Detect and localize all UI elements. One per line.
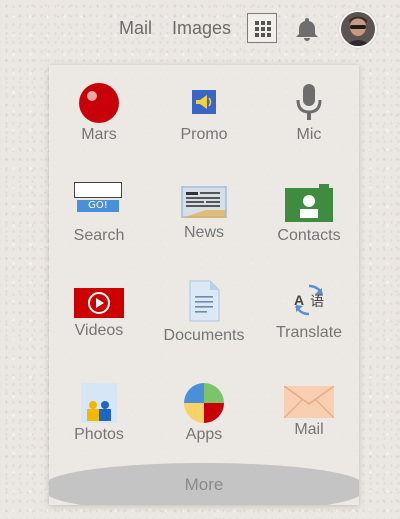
apps-pie-icon [184, 383, 224, 423]
app-label: Videos [74, 322, 124, 339]
more-label: More [184, 475, 224, 494]
user-avatar[interactable] [339, 10, 377, 48]
app-promo[interactable]: Promo [154, 80, 254, 170]
app-videos[interactable]: Videos [49, 285, 149, 375]
app-label: Search [73, 227, 125, 244]
app-contacts[interactable]: Contacts [259, 178, 359, 268]
mail-link[interactable]: Mail [119, 18, 152, 39]
app-mail[interactable]: Mail [259, 383, 359, 473]
app-label: Mars [81, 126, 117, 143]
top-bar: Mail Images [0, 0, 400, 58]
document-icon [189, 280, 220, 322]
app-label: Documents [163, 327, 245, 344]
app-label: Mail [294, 421, 324, 438]
news-icon [181, 186, 227, 218]
app-search[interactable]: GO! Search [49, 178, 149, 268]
mars-icon [79, 83, 119, 123]
images-link[interactable]: Images [172, 18, 231, 39]
app-label: Contacts [277, 227, 341, 244]
app-photos[interactable]: Photos [49, 383, 149, 473]
photos-icon [81, 383, 117, 423]
video-play-icon [74, 288, 124, 318]
bell-icon[interactable] [293, 15, 321, 43]
app-label: News [183, 224, 224, 241]
app-mars[interactable]: Mars [49, 80, 149, 170]
app-label: Promo [180, 126, 228, 143]
search-go-icon: GO! [74, 182, 124, 214]
app-label: Translate [275, 324, 343, 341]
microphone-icon [296, 84, 322, 120]
app-news[interactable]: News [154, 178, 254, 268]
promo-icon [192, 90, 216, 114]
app-label: Mic [296, 126, 322, 143]
app-label: Apps [185, 426, 223, 443]
app-apps[interactable]: Apps [154, 383, 254, 473]
app-mic[interactable]: Mic [259, 80, 359, 170]
app-documents[interactable]: Documents [154, 280, 254, 375]
app-translate[interactable]: A 语 Translate [259, 282, 359, 375]
apps-panel: Mars Promo Mic GO! Search News Contacts … [49, 65, 359, 505]
contacts-icon [285, 184, 333, 222]
translate-icon: A 语 [289, 282, 329, 318]
mail-envelope-icon [284, 386, 334, 418]
app-label: Photos [74, 426, 124, 443]
apps-grid-icon[interactable] [247, 13, 277, 43]
